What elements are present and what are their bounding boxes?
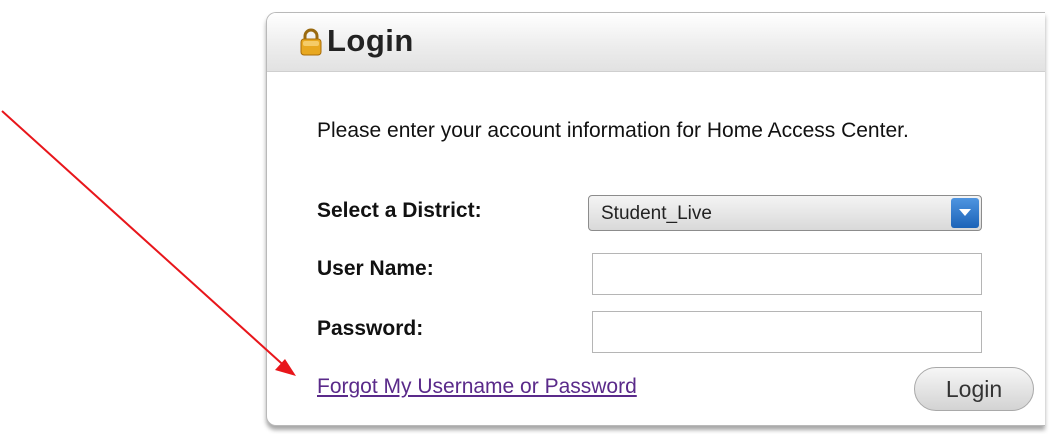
dropdown-arrow-icon[interactable] — [951, 198, 979, 228]
login-panel: Login Please enter your account informat… — [258, 0, 1046, 432]
login-card: Login Please enter your account informat… — [266, 12, 1045, 426]
page-title: Login — [327, 23, 414, 58]
password-input[interactable] — [592, 311, 982, 353]
district-label: Select a District: — [317, 199, 482, 222]
district-selected-value: Student_Live — [601, 203, 712, 224]
intro-text: Please enter your account information fo… — [317, 119, 909, 142]
login-button[interactable]: Login — [914, 367, 1034, 411]
lock-icon — [299, 28, 323, 56]
forgot-credentials-link[interactable]: Forgot My Username or Password — [317, 375, 637, 399]
screenshot-stage: Login Please enter your account informat… — [0, 0, 1051, 434]
panel-header: Login — [267, 13, 1045, 72]
username-input[interactable] — [592, 253, 982, 295]
district-select[interactable]: Student_Live — [588, 195, 982, 231]
password-label: Password: — [317, 317, 424, 340]
username-label: User Name: — [317, 257, 434, 280]
